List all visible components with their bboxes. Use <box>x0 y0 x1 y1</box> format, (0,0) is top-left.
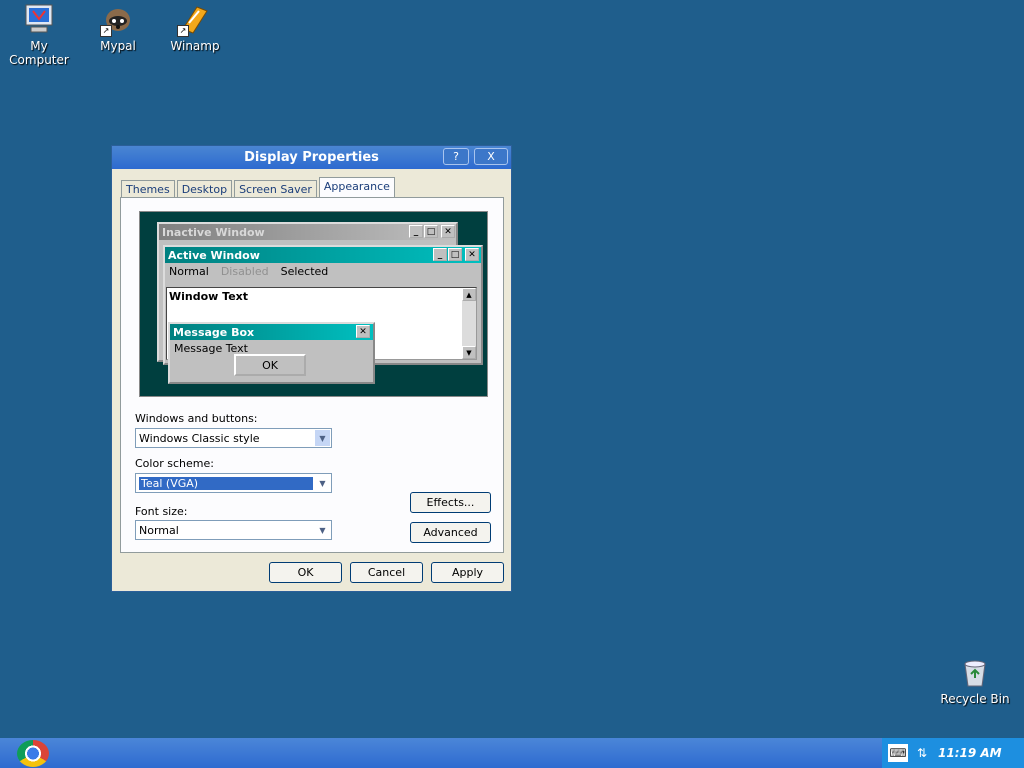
display-properties-dialog: Display Properties ? X Themes Desktop Sc… <box>111 145 512 592</box>
cancel-button[interactable]: Cancel <box>350 562 423 583</box>
appearance-panel: Inactive Window _ □ ✕ Active Window _ □ … <box>120 197 504 553</box>
color-scheme-label: Color scheme: <box>135 457 214 470</box>
computer-icon <box>23 3 55 35</box>
desktop-icon-mypal[interactable]: ↗ Mypal <box>78 3 158 53</box>
network-icon[interactable]: ⇅ <box>912 744 932 762</box>
chevron-down-icon: ▼ <box>315 430 330 446</box>
advanced-button[interactable]: Advanced <box>410 522 491 543</box>
preview-inactive-title: Inactive Window <box>162 225 265 239</box>
desktop-icon-label: My Computer <box>9 39 69 67</box>
preview-menu-disabled: Disabled <box>220 265 269 278</box>
shortcut-arrow-icon: ↗ <box>177 25 189 37</box>
preview-active-title: Active Window <box>168 248 260 262</box>
minimize-icon: _ <box>433 248 447 261</box>
preview-menu-normal: Normal <box>169 265 209 278</box>
font-size-label: Font size: <box>135 505 188 518</box>
windows-buttons-value: Windows Classic style <box>139 431 260 445</box>
dialog-title: Display Properties <box>244 150 379 165</box>
color-scheme-select[interactable]: Teal (VGA) ▼ <box>135 473 332 493</box>
preview-message-box: Message Box ✕ Message Text OK <box>168 322 375 384</box>
apply-button[interactable]: Apply <box>431 562 504 583</box>
maximize-icon: □ <box>424 225 438 238</box>
preview-menu-selected: Selected <box>280 265 329 278</box>
font-size-select[interactable]: Normal ▼ <box>135 520 332 540</box>
preview-message-titlebar: Message Box ✕ <box>170 324 373 340</box>
effects-button[interactable]: Effects... <box>410 492 491 513</box>
ok-button[interactable]: OK <box>269 562 342 583</box>
preview-active-titlebar: Active Window _ □ ✕ <box>165 247 481 263</box>
desktop-icon-recycle-bin[interactable]: Recycle Bin <box>935 656 1015 706</box>
close-icon: ✕ <box>356 325 370 338</box>
dialog-titlebar[interactable]: Display Properties ? X <box>112 146 511 169</box>
preview-inactive-titlebar: Inactive Window _ □ ✕ <box>159 224 456 240</box>
close-icon: ✕ <box>441 225 455 238</box>
preview-ok-button: OK <box>234 354 306 376</box>
preview-scrollbar: ▲ ▼ <box>462 288 476 359</box>
clock[interactable]: 11:19 AM <box>938 746 1002 760</box>
recycle-bin-icon <box>959 656 991 688</box>
windows-buttons-select[interactable]: Windows Classic style ▼ <box>135 428 332 448</box>
winamp-icon: ↗ <box>177 3 211 37</box>
system-tray: ⌨ ⇅ 11:19 AM <box>882 738 1024 768</box>
preview-window-text: Window Text <box>169 290 249 303</box>
close-icon: ✕ <box>465 248 479 261</box>
shortcut-arrow-icon: ↗ <box>100 25 112 37</box>
windows-buttons-label: Windows and buttons: <box>135 412 258 425</box>
preview-menu-bar: Normal Disabled Selected <box>165 263 481 280</box>
scroll-up-icon: ▲ <box>462 288 476 301</box>
desktop-icon-label: Mypal <box>100 39 136 53</box>
font-size-value: Normal <box>139 523 179 537</box>
desktop-icon-my-computer[interactable]: My Computer <box>0 3 79 67</box>
close-button[interactable]: X <box>474 148 508 165</box>
help-button[interactable]: ? <box>443 148 469 165</box>
desktop-icon-winamp[interactable]: ↗ Winamp <box>155 3 235 53</box>
mypal-icon: ↗ <box>100 3 134 37</box>
chevron-down-icon: ▼ <box>319 525 326 535</box>
appearance-preview: Inactive Window _ □ ✕ Active Window _ □ … <box>139 211 488 397</box>
maximize-icon: □ <box>448 248 462 261</box>
chevron-down-icon: ▼ <box>319 478 326 488</box>
start-button[interactable] <box>17 740 49 767</box>
taskbar: ⌨ ⇅ 11:19 AM <box>0 738 1024 768</box>
desktop-icon-label: Recycle Bin <box>940 692 1010 706</box>
color-scheme-value: Teal (VGA) <box>139 476 313 490</box>
keyboard-icon[interactable]: ⌨ <box>888 744 908 762</box>
scroll-down-icon: ▼ <box>462 346 476 359</box>
preview-message-title: Message Box <box>173 325 255 339</box>
desktop-icon-label: Winamp <box>170 39 220 53</box>
minimize-icon: _ <box>409 225 423 238</box>
